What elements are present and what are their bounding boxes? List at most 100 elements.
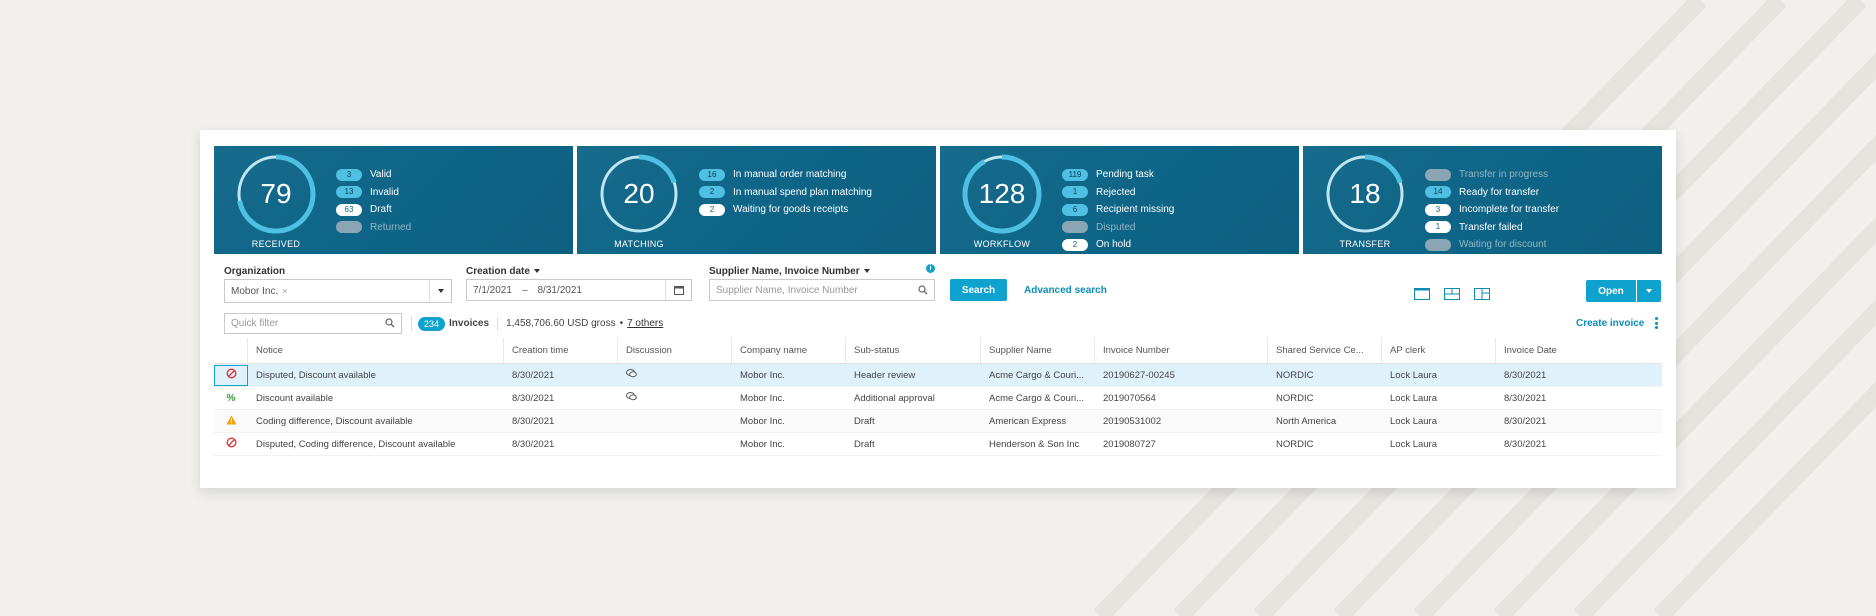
more-options-icon[interactable] [1655,317,1658,329]
column-header-creation-time[interactable]: Creation time [504,338,618,363]
date-cell: 8/30/2021 [1504,392,1547,404]
discussion-cell [618,364,732,386]
column-header-invoice-number[interactable]: Invoice Number [1095,338,1268,363]
received-stat-row[interactable]: 63 Draft [336,201,411,219]
creation-date-filter[interactable]: Creation date [466,266,540,277]
company-cell: Mobor Inc. [740,392,785,404]
workflow-stats: 119 Pending task 1 Rejected 6 Recipient missi… [1062,166,1174,254]
supplier-filter[interactable]: Supplier Name, Invoice Number [709,266,870,277]
divider [497,316,499,331]
received-stat-row[interactable]: 0 Returned [336,219,411,237]
caret-down-icon [533,269,540,274]
chat-icon[interactable] [626,392,637,404]
tile-received[interactable]: 79 RECEIVED 3 Valid 13 Invalid 63 Draft 0 Retur… [214,146,573,254]
remove-tag-icon[interactable]: × [282,286,287,296]
others-link[interactable]: 7 others [627,318,663,329]
open-menu-button[interactable] [1637,280,1661,302]
advanced-search-link[interactable]: Advanced search [1024,285,1107,296]
column-header-ap-clerk[interactable]: AP clerk [1382,338,1496,363]
organization-select[interactable]: Mobor Inc. × [224,279,452,303]
invoice-summary: 234 Invoices 1,458,706.60 USD gross • 7 … [418,316,663,331]
column-header-company-name[interactable]: Company name [732,338,846,363]
workflow-stat-row[interactable]: 0 Disputed [1062,219,1174,237]
tile-workflow[interactable]: 128 WORKFLOW 119 Pending task 1 Rejected 6 Re… [940,146,1299,254]
dropdown-chevron-icon[interactable] [429,280,451,302]
caret-down-icon [863,269,870,274]
transfer-stat-row[interactable]: 14 Ready for transfer [1425,184,1559,202]
invoice-count-badge: 234 [418,316,446,331]
quick-filter-input[interactable]: Quick filter [224,313,402,334]
transfer-stats: 0 Transfer in progress 14 Ready for transfe… [1425,166,1559,254]
transfer-stat-row[interactable]: 3 Incomplete for transfer [1425,201,1559,219]
table-row[interactable]: % Discount available 8/30/2021 Mobor Inc. Ad… [214,387,1662,410]
stat-label: Valid [370,169,392,181]
created-cell: 8/30/2021 [512,415,555,427]
warning-icon [226,415,237,428]
single-view-icon[interactable] [1414,288,1430,300]
count-badge: 16 [699,168,725,181]
transfer-label: TRANSFER [1339,239,1391,249]
workflow-stat-row[interactable]: 6 Recipient missing [1062,201,1174,219]
ssc-cell: NORDIC [1276,369,1314,381]
transfer-stat-row[interactable]: 0 Transfer in progress [1425,166,1559,184]
column-header-discussion[interactable]: Discussion [618,338,732,363]
notice-cell: Disputed, Coding difference, Discount av… [256,438,456,450]
column-header-sub-status[interactable]: Sub-status [846,338,981,363]
invoice-dashboard: 79 RECEIVED 3 Valid 13 Invalid 63 Draft 0 Retur… [200,130,1676,488]
matching-stat-row[interactable]: 2 Waiting for goods receipts [699,201,872,219]
received-count: 79 [260,178,292,209]
split-vertical-view-icon[interactable] [1474,288,1490,300]
calendar-icon[interactable] [665,280,691,300]
workflow-stat-row[interactable]: 1 Rejected [1062,184,1174,202]
open-button[interactable]: Open [1586,280,1636,302]
table-row[interactable]: Disputed, Coding difference, Discount av… [214,433,1662,456]
transfer-stat-row[interactable]: 0 Waiting for discount [1425,236,1559,254]
chat-icon[interactable] [626,369,637,381]
workflow-stat-row[interactable]: 119 Pending task [1062,166,1174,184]
transfer-stat-row[interactable]: 1 Transfer failed [1425,219,1559,237]
stat-label: Disputed [1096,221,1136,233]
info-icon[interactable]: i [926,264,935,273]
count-badge: 2 [1062,238,1088,251]
matching-stat-row[interactable]: 16 In manual order matching [699,166,872,184]
stat-label: Rejected [1096,186,1136,198]
received-label: RECEIVED [251,239,301,249]
count-badge: 0 [1425,238,1451,251]
invoices-label: Invoices [449,318,490,329]
split-horizontal-view-icon[interactable] [1444,288,1460,300]
create-invoice-link[interactable]: Create invoice [1576,318,1644,329]
stat-label: On hold [1096,239,1132,251]
count-badge: 0 [336,221,362,234]
date-range-input[interactable]: 7/1/2021 – 8/31/2021 [466,279,692,301]
column-header-notice[interactable]: Notice [248,338,504,363]
workflow-stat-row[interactable]: 2 On hold [1062,236,1174,254]
received-stat-row[interactable]: 3 Valid [336,166,411,184]
count-badge: 14 [1425,186,1451,199]
column-header-supplier-name[interactable]: Supplier Name [981,338,1095,363]
notice-cell: Coding difference, Discount available [256,415,413,427]
organization-value: Mobor Inc. [231,285,279,297]
table-body: Disputed, Discount available 8/30/2021 Mob… [214,364,1662,456]
count-badge: 0 [1062,221,1088,234]
summary-bullet: • [619,318,624,329]
matching-stat-row[interactable]: 2 In manual spend plan matching [699,184,872,202]
stat-label: Draft [370,204,392,216]
notice-icon-cell: % [214,387,248,409]
column-header-shared-service-center[interactable]: Shared Service Ce... [1268,338,1382,363]
discussion-cell [618,387,732,409]
count-badge: 2 [699,203,725,216]
table-row[interactable]: Coding difference, Discount available 8/3… [214,410,1662,433]
column-header-invoice-date[interactable]: Invoice Date [1496,338,1652,363]
discussion-cell [618,410,732,432]
count-badge: 13 [336,186,362,199]
table-row[interactable]: Disputed, Discount available 8/30/2021 Mob… [214,364,1662,387]
received-stat-row[interactable]: 13 Invalid [336,184,411,202]
tile-transfer[interactable]: 18 TRANSFER 0 Transfer in progress 14 Ready… [1303,146,1662,254]
clerk-cell: Lock Laura [1390,438,1438,450]
search-button[interactable]: Search [950,279,1007,301]
supplier-search-input[interactable]: Supplier Name, Invoice Number [709,279,935,301]
ssc-cell: North America [1276,415,1337,427]
matching-stats: 16 In manual order matching 2 In manual spe… [699,166,872,219]
tile-matching[interactable]: 20 MATCHING 16 In manual order matching 2 I… [577,146,936,254]
discussion-cell [618,433,732,455]
